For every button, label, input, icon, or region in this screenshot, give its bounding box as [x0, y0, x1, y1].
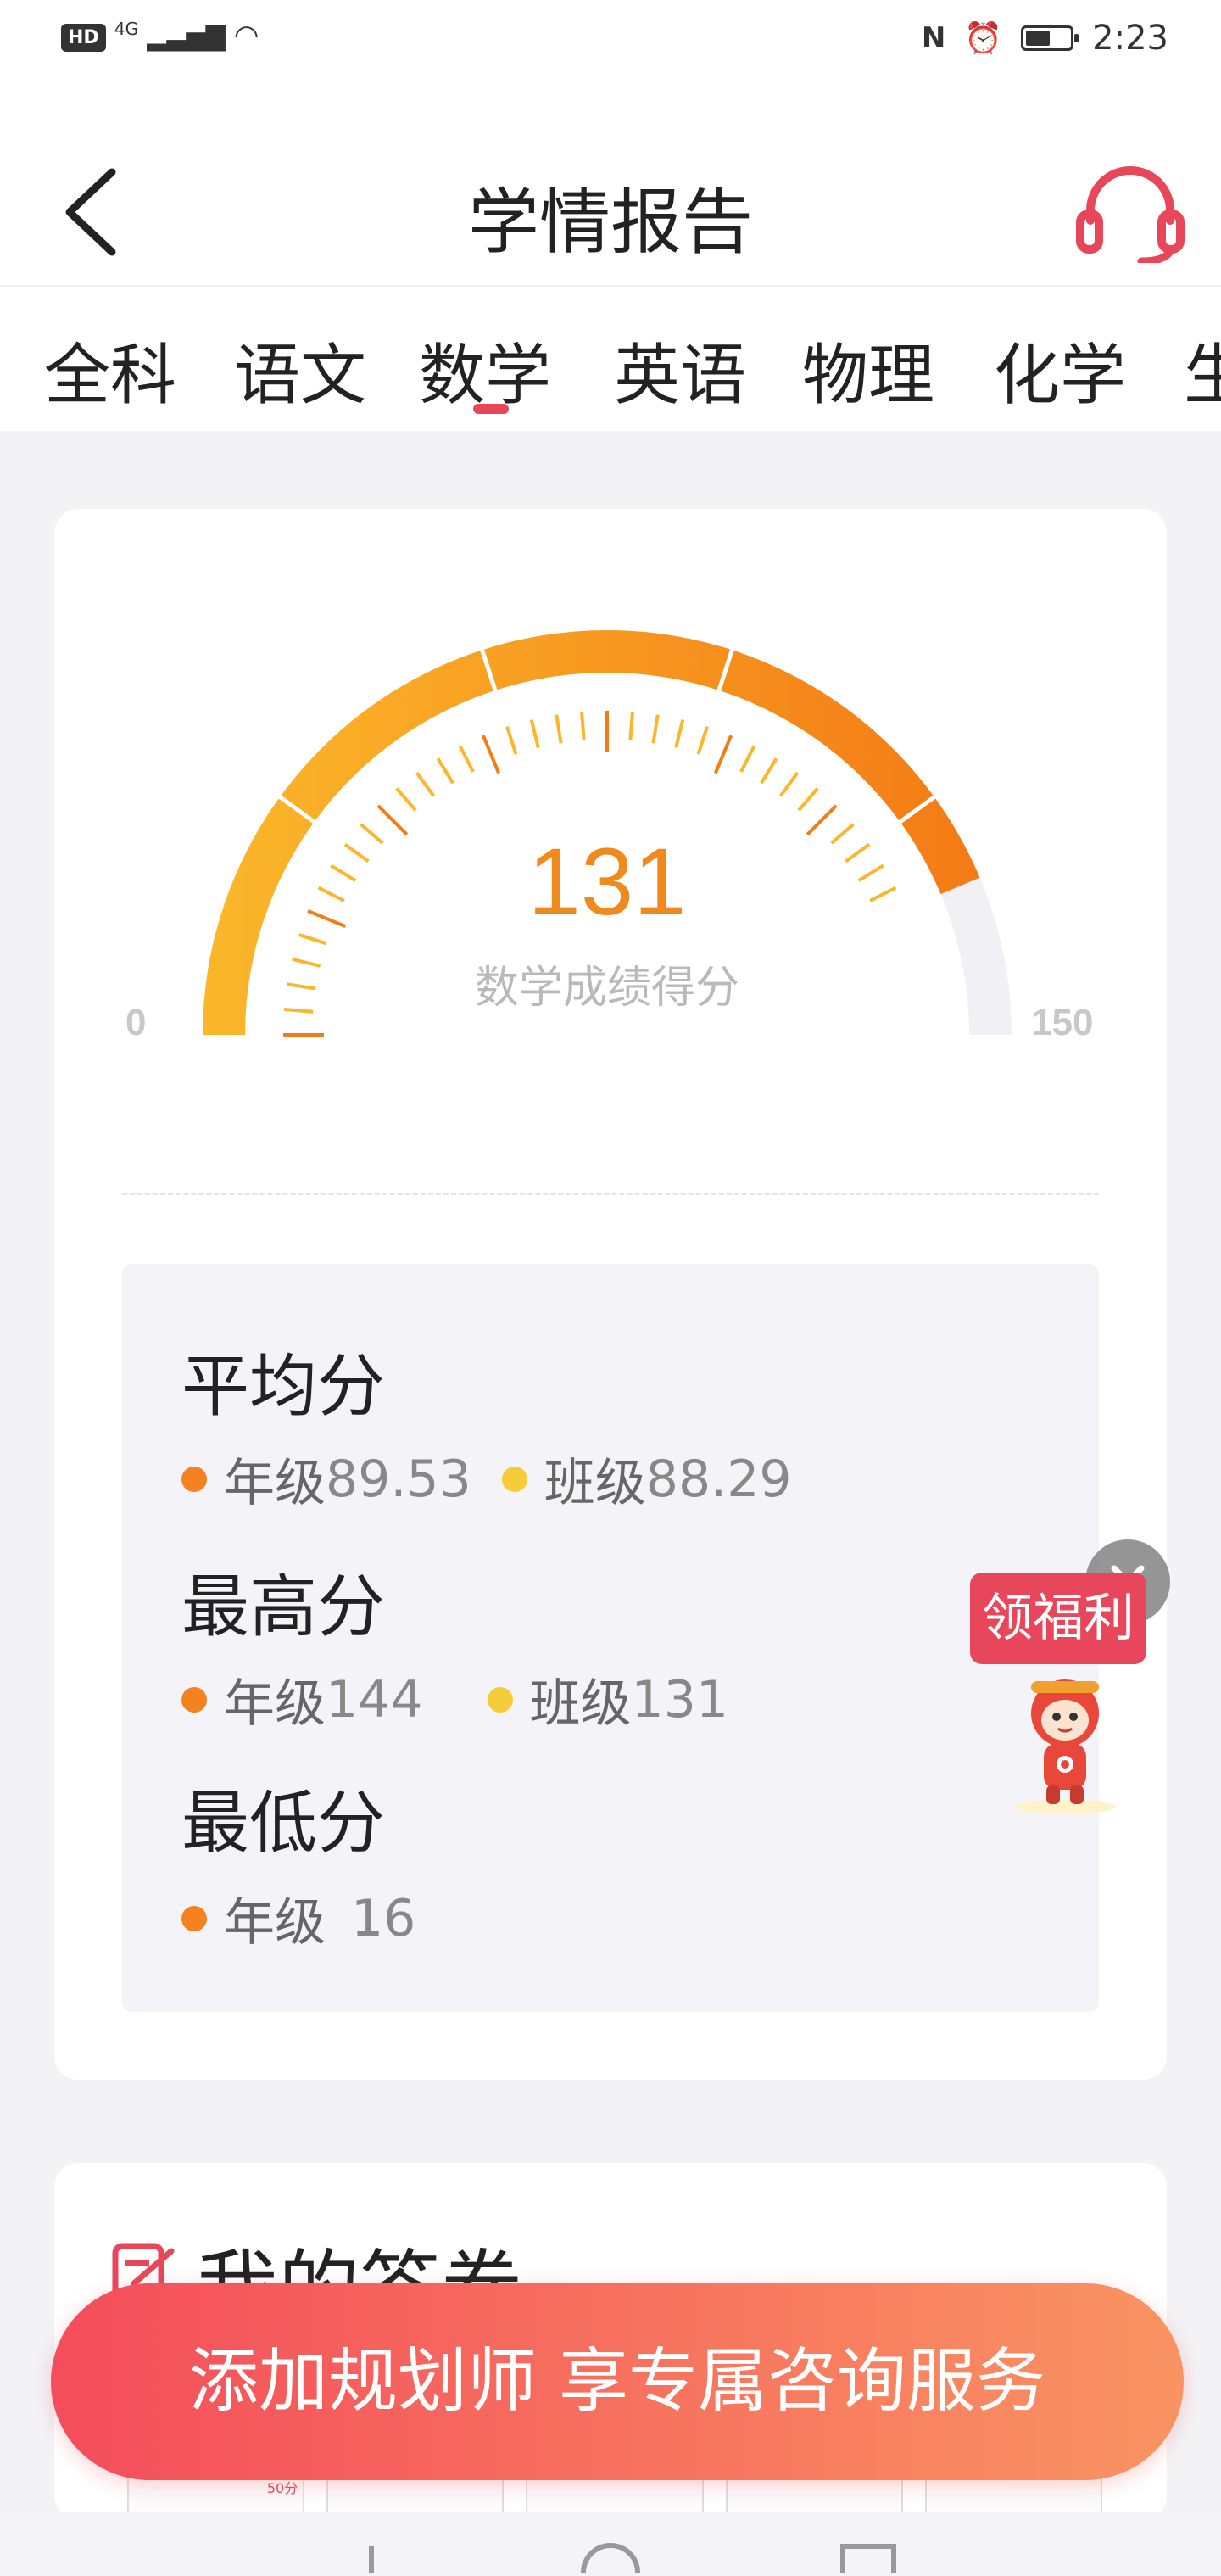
lowest-values: 年级 16 [181, 1881, 415, 1955]
average-grade-label: 年级 [224, 1454, 326, 1513]
highest-heading: 最高分 [181, 1567, 385, 1646]
tab-all[interactable]: 全科 [44, 322, 176, 417]
nav-home-icon [581, 2543, 640, 2576]
gauge-tick-27 [760, 757, 778, 785]
score-gauge: 0 150 131 数学成绩得分 [125, 629, 1093, 1043]
gauge-min-label: 0 [125, 1002, 146, 1043]
gauge-tick-34 [869, 886, 897, 902]
lowest-grade-value: 16 [351, 1888, 416, 1948]
tab-chinese[interactable]: 语文 [234, 322, 366, 417]
subject-tabs: 全科 语文 数学 英语 物理 化学 生 [0, 285, 1221, 431]
gauge-tick-25 [713, 735, 733, 774]
gauge-tick-5 [307, 908, 347, 929]
customer-service-button[interactable] [1075, 161, 1185, 265]
gauge-tick-31 [830, 823, 855, 845]
clock: 2:23 [1092, 19, 1168, 58]
gauge-tick-29 [797, 787, 819, 812]
gauge-tick-33 [857, 863, 884, 882]
average-heading: 平均分 [181, 1347, 385, 1426]
gauge-tick-15 [481, 735, 501, 774]
nfc-icon: N [921, 21, 946, 55]
highest-class-value: 131 [631, 1669, 729, 1729]
page-title: 学情报告 [467, 181, 753, 264]
gauge-tick-23 [674, 719, 685, 749]
lowest-heading: 最低分 [181, 1784, 385, 1863]
tab-physics[interactable]: 物理 [802, 322, 934, 417]
gauge-tick-16 [505, 726, 518, 755]
tab-biology[interactable]: 生 [1184, 322, 1221, 417]
average-grade: 年级 89.53 [181, 1442, 471, 1516]
class-dot [487, 1686, 513, 1713]
add-planner-button[interactable]: 添加规划师 享专属咨询服务 [51, 2283, 1184, 2480]
gauge-tick-17 [529, 719, 540, 749]
tab-selected-indicator [473, 404, 509, 414]
headset-icon [1076, 166, 1185, 265]
highest-values: 年级 144 班级 131 [181, 1662, 728, 1736]
gauge-tick-6 [317, 886, 345, 902]
average-class: 班级 88.29 [501, 1442, 792, 1516]
average-class-value: 88.29 [645, 1449, 792, 1509]
alarm-icon: ⏰ [964, 21, 1003, 56]
gauge-tick-26 [739, 745, 756, 773]
gauge-tick-19 [580, 712, 586, 741]
gauge-tick-10 [376, 804, 409, 836]
gauge-tick-9 [360, 823, 384, 845]
network-type: 4G [114, 19, 139, 39]
gauge-tick-8 [343, 842, 370, 863]
status-bar-right: N ⏰ 2:23 [922, 19, 1168, 58]
gauge-tick-21 [628, 712, 634, 741]
wifi-icon: ◠ [233, 19, 259, 53]
score-value: 131 [528, 829, 687, 935]
gauge-tick-13 [436, 757, 454, 785]
reward-button[interactable]: 领福利 [970, 1573, 1146, 1664]
stats-panel: 平均分 年级 89.53 班级 88.29 最高分 年级 144 班级 131 … [122, 1264, 1099, 2012]
signal-icon: ▂▃▅▇ [147, 22, 226, 52]
average-class-label: 班级 [544, 1454, 646, 1513]
system-nav-bar [0, 2512, 1221, 2576]
gauge-tick-32 [845, 842, 871, 863]
dashed-divider [122, 1193, 1099, 1195]
gauge-tick-30 [806, 804, 838, 836]
gauge-tick-4 [298, 933, 327, 946]
gauge-tick-1 [284, 1008, 314, 1014]
highest-class: 班级 131 [487, 1662, 729, 1736]
grade-dot [181, 1466, 207, 1492]
highest-grade-value: 144 [326, 1669, 423, 1729]
gauge-tick-12 [415, 771, 436, 797]
status-bar-left: HD 4G ▂▃▅▇ ◠ [61, 19, 259, 53]
gauge-tick-18 [555, 714, 563, 744]
battery-fill [1026, 31, 1051, 46]
gauge-tick-14 [458, 745, 475, 773]
grade-dot [181, 1905, 207, 1931]
class-dot [501, 1466, 527, 1492]
lowest-grade-label: 年级 [224, 1893, 326, 1953]
tab-english[interactable]: 英语 [614, 322, 746, 417]
nav-recents-icon [840, 2544, 896, 2576]
highest-class-label: 班级 [529, 1674, 632, 1734]
gauge-tick-2 [287, 982, 316, 991]
battery-icon [1021, 25, 1079, 51]
average-values: 年级 89.53 班级 88.29 [181, 1442, 792, 1516]
score-caption: 数学成绩得分 [475, 963, 739, 1014]
lowest-grade: 年级 16 [181, 1881, 415, 1955]
gauge-tick-24 [696, 726, 709, 755]
hd-badge: HD [61, 23, 106, 52]
highest-grade: 年级 144 [181, 1662, 423, 1736]
gauge-tick-22 [651, 714, 660, 744]
gauge-tick-28 [778, 771, 800, 797]
gauge-tick-7 [330, 863, 357, 882]
mascot-icon[interactable] [997, 1662, 1133, 1815]
gauge-max-label: 150 [1031, 1002, 1093, 1043]
gauge-tick-11 [395, 787, 417, 812]
average-grade-value: 89.53 [326, 1449, 471, 1509]
grade-dot [181, 1686, 207, 1713]
gauge-tick-3 [292, 957, 321, 968]
tab-chemistry[interactable]: 化学 [994, 322, 1126, 417]
highest-grade-label: 年级 [224, 1674, 326, 1734]
nav-buttons [369, 2543, 896, 2576]
